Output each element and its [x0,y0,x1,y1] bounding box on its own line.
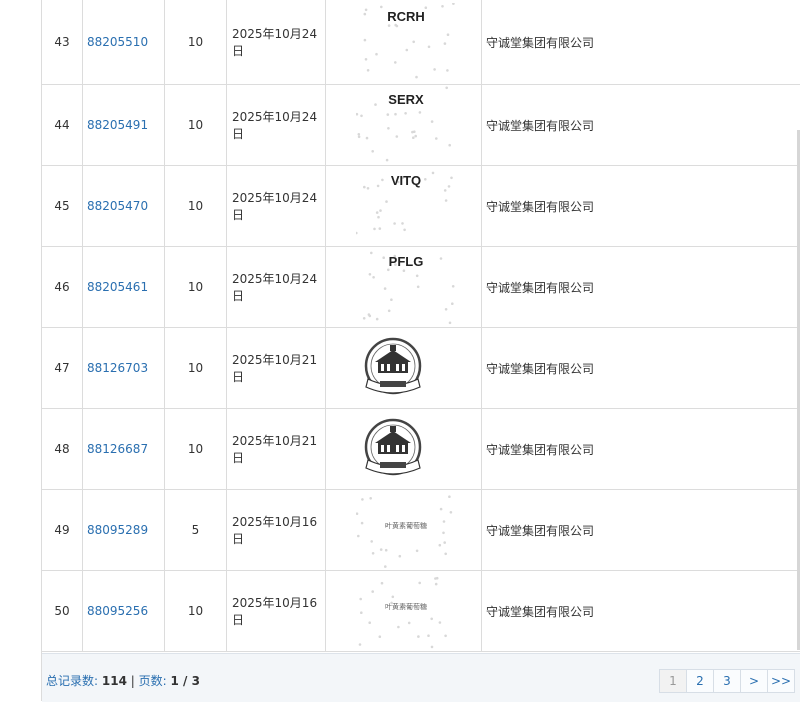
registration-number-link[interactable]: 88205510 [87,35,148,49]
registration-number-cell: 88205510 [83,0,165,85]
trademark-text: 叶黄素葡萄糖 [356,602,456,612]
table-row: 49 88095289 5 2025年10月16日 叶黄素葡萄糖 守诚堂集团有限… [42,490,800,571]
record-stats: 总记录数: 114 | 页数: 1 / 3 [46,672,200,689]
table-row: 43 88205510 10 2025年10月24日 RCRH 守诚堂集团有限公… [42,0,800,85]
stats-separator: | [131,674,135,688]
trademark-image-cell: VITQ [326,166,482,247]
registration-number-cell: 88126703 [83,328,165,409]
table-row: 47 88126703 10 2025年10月21日 守诚堂集团有限公司 [42,328,800,409]
date-cell: 2025年10月16日 [227,571,326,652]
row-number: 48 [42,409,83,490]
registration-number-link[interactable]: 88126703 [87,361,148,375]
class-cell: 10 [165,247,227,328]
date-cell: 2025年10月16日 [227,490,326,571]
trademark-image[interactable]: PFLG [356,248,456,326]
trademark-image[interactable]: 叶黄素葡萄糖 [356,572,456,650]
table-row: 46 88205461 10 2025年10月24日 PFLG 守诚堂集团有限公… [42,247,800,328]
registration-number-cell: 88205491 [83,85,165,166]
last-page-button[interactable]: >> [767,669,795,693]
owner-cell: 守诚堂集团有限公司 [482,571,800,652]
row-number: 47 [42,328,83,409]
class-cell: 10 [165,85,227,166]
trademark-image[interactable]: 叶黄素葡萄糖 [356,491,456,569]
next-page-button[interactable]: > [740,669,768,693]
trademark-image-cell: PFLG [326,247,482,328]
trademark-image-cell: RCRH [326,0,482,85]
page-count-label: 页数: [139,674,167,688]
registration-number-link[interactable]: 88205491 [87,118,148,132]
trademark-image[interactable]: SERX [356,86,456,164]
registration-number-cell: 88205461 [83,247,165,328]
page-1-button[interactable]: 1 [659,669,687,693]
registration-number-cell: 88126687 [83,409,165,490]
results-panel: 43 88205510 10 2025年10月24日 RCRH 守诚堂集团有限公… [41,0,800,701]
registration-number-cell: 88205470 [83,166,165,247]
trademark-image-cell [326,328,482,409]
date-cell: 2025年10月21日 [227,409,326,490]
date-cell: 2025年10月21日 [227,328,326,409]
page-2-button[interactable]: 2 [686,669,714,693]
registration-number-cell: 88095256 [83,571,165,652]
registration-number-link[interactable]: 88095256 [87,604,148,618]
registration-number-link[interactable]: 88205461 [87,280,148,294]
class-cell: 10 [165,571,227,652]
date-cell: 2025年10月24日 [227,85,326,166]
class-cell: 10 [165,166,227,247]
owner-cell: 守诚堂集团有限公司 [482,247,800,328]
row-number: 49 [42,490,83,571]
table-row: 48 88126687 10 2025年10月21日 守诚堂集团有限公司 [42,409,800,490]
pagination: 1 2 3 > >> [660,669,795,693]
trademark-image-cell: 叶黄素葡萄糖 [326,571,482,652]
trademark-text: 叶黄素葡萄糖 [356,521,456,531]
row-number: 50 [42,571,83,652]
page-count-value: 1 / 3 [171,674,200,688]
emblem-logo-icon [360,335,426,401]
date-cell: 2025年10月24日 [227,166,326,247]
trademark-image-cell: 叶黄素葡萄糖 [326,490,482,571]
trademark-text: RCRH [356,9,456,24]
owner-cell: 守诚堂集团有限公司 [482,166,800,247]
trademark-image[interactable]: VITQ [356,167,456,245]
registration-number-cell: 88095289 [83,490,165,571]
class-cell: 10 [165,409,227,490]
registration-number-link[interactable]: 88095289 [87,523,148,537]
emblem-logo-icon [360,416,426,482]
trademark-text: PFLG [356,254,456,269]
trademark-image[interactable] [356,329,456,407]
owner-cell: 守诚堂集团有限公司 [482,328,800,409]
owner-cell: 守诚堂集团有限公司 [482,0,800,85]
date-cell: 2025年10月24日 [227,0,326,85]
table-row: 50 88095256 10 2025年10月16日 叶黄素葡萄糖 守诚堂集团有… [42,571,800,652]
owner-cell: 守诚堂集团有限公司 [482,85,800,166]
row-number: 43 [42,0,83,85]
class-cell: 10 [165,0,227,85]
table-footer: 总记录数: 114 | 页数: 1 / 3 1 2 3 > >> [42,653,800,702]
owner-cell: 守诚堂集团有限公司 [482,490,800,571]
trademark-image-cell [326,409,482,490]
page-3-button[interactable]: 3 [713,669,741,693]
row-number: 46 [42,247,83,328]
trademark-text: SERX [356,92,456,107]
trademark-image-cell: SERX [326,85,482,166]
owner-cell: 守诚堂集团有限公司 [482,409,800,490]
registration-number-link[interactable]: 88205470 [87,199,148,213]
class-cell: 10 [165,328,227,409]
total-records-value: 114 [102,674,127,688]
results-table: 43 88205510 10 2025年10月24日 RCRH 守诚堂集团有限公… [42,0,800,652]
trademark-image[interactable] [356,410,456,488]
row-number: 44 [42,85,83,166]
date-cell: 2025年10月24日 [227,247,326,328]
trademark-image[interactable]: RCRH [356,3,456,81]
registration-number-link[interactable]: 88126687 [87,442,148,456]
table-row: 45 88205470 10 2025年10月24日 VITQ 守诚堂集团有限公… [42,166,800,247]
table-row: 44 88205491 10 2025年10月24日 SERX 守诚堂集团有限公… [42,85,800,166]
class-cell: 5 [165,490,227,571]
trademark-text: VITQ [356,173,456,188]
total-records-label: 总记录数: [46,674,98,688]
row-number: 45 [42,166,83,247]
